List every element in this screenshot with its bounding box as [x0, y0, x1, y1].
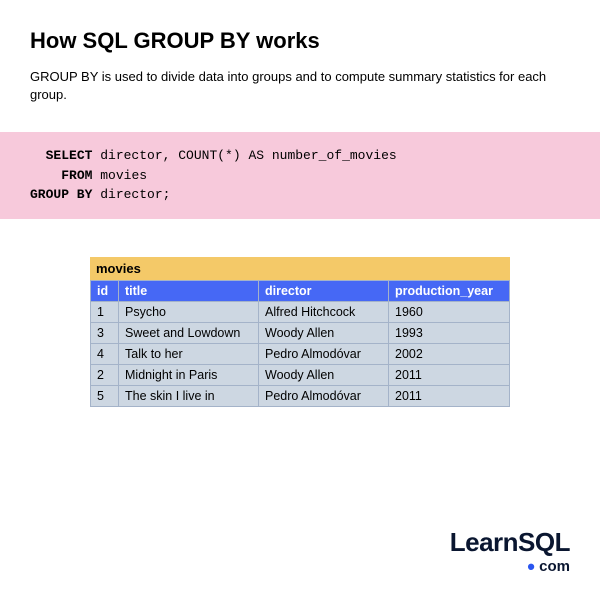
- movies-table-container: movies id title director production_year…: [90, 257, 510, 407]
- table-cell-year: 1993: [389, 322, 510, 343]
- table-cell-id: 4: [91, 343, 119, 364]
- table-row: 2Midnight in ParisWoody Allen2011: [91, 364, 510, 385]
- table-cell-title: Psycho: [119, 301, 259, 322]
- select-keyword: SELECT: [46, 148, 93, 163]
- table-cell-director: Alfred Hitchcock: [259, 301, 389, 322]
- col-header-title: title: [119, 280, 259, 301]
- table-cell-director: Pedro Almodóvar: [259, 385, 389, 406]
- page-title: How SQL GROUP BY works: [30, 28, 570, 54]
- select-clause: director, COUNT(*) AS number_of_movies: [92, 148, 396, 163]
- table-row: 4Talk to herPedro Almodóvar2002: [91, 343, 510, 364]
- table-cell-title: Sweet and Lowdown: [119, 322, 259, 343]
- description-text: GROUP BY is used to divide data into gro…: [30, 68, 570, 104]
- table-row: 1PsychoAlfred Hitchcock1960: [91, 301, 510, 322]
- table-cell-id: 5: [91, 385, 119, 406]
- col-header-director: director: [259, 280, 389, 301]
- group-by-keyword: GROUP BY: [30, 187, 92, 202]
- table-cell-id: 1: [91, 301, 119, 322]
- movies-table: id title director production_year 1Psych…: [90, 280, 510, 407]
- table-cell-year: 2002: [389, 343, 510, 364]
- sql-code-block: SELECT director, COUNT(*) AS number_of_m…: [0, 132, 600, 219]
- col-header-id: id: [91, 280, 119, 301]
- table-cell-title: Midnight in Paris: [119, 364, 259, 385]
- table-cell-id: 2: [91, 364, 119, 385]
- table-cell-title: Talk to her: [119, 343, 259, 364]
- logo-learn: Learn: [450, 527, 518, 557]
- logo-sql: SQL: [518, 527, 570, 557]
- table-cell-title: The skin I live in: [119, 385, 259, 406]
- learnsql-logo: LearnSQL • com: [450, 527, 570, 580]
- table-cell-director: Woody Allen: [259, 322, 389, 343]
- table-cell-year: 1960: [389, 301, 510, 322]
- table-cell-year: 2011: [389, 364, 510, 385]
- logo-dot-icon: •: [527, 554, 535, 579]
- logo-com: com: [539, 558, 570, 575]
- from-clause: movies: [92, 168, 147, 183]
- table-cell-year: 2011: [389, 385, 510, 406]
- table-cell-id: 3: [91, 322, 119, 343]
- from-keyword: FROM: [61, 168, 92, 183]
- table-cell-director: Pedro Almodóvar: [259, 343, 389, 364]
- col-header-year: production_year: [389, 280, 510, 301]
- table-row: 3Sweet and LowdownWoody Allen1993: [91, 322, 510, 343]
- table-header-row: id title director production_year: [91, 280, 510, 301]
- table-name-caption: movies: [90, 257, 510, 280]
- table-row: 5The skin I live inPedro Almodóvar2011: [91, 385, 510, 406]
- table-cell-director: Woody Allen: [259, 364, 389, 385]
- group-by-clause: director;: [92, 187, 170, 202]
